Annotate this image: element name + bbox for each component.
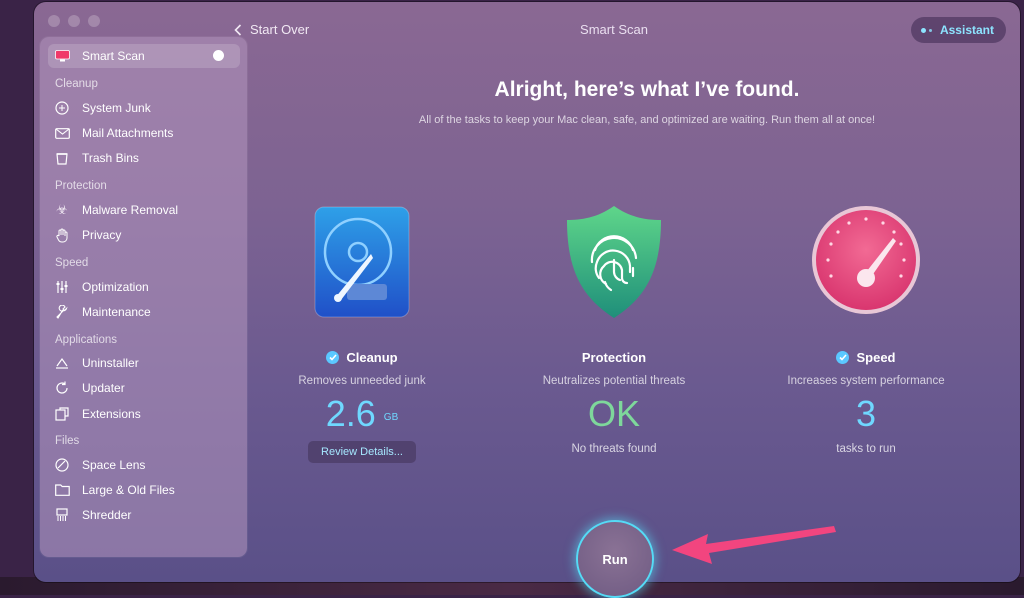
uninstall-icon [54,355,70,371]
speed-tasks-count: 3 [855,393,877,434]
cleanup-value: 2.6 GB [267,391,457,437]
sidebar-item-extensions[interactable]: Extensions [54,404,141,424]
annotation-arrow-icon [672,526,836,564]
protection-note: No threats found [571,443,657,455]
protection-title: Protection [581,350,647,365]
cleanup-title: Cleanup [346,350,398,365]
sidebar-section-applications: Applications [55,334,118,346]
speed-title: Speed [856,350,896,365]
scan-status-indicator [213,50,224,61]
sidebar-item-label: Large & Old Files [82,483,175,497]
hand-icon [54,227,70,243]
update-icon [54,380,70,396]
fingerprint-shield-icon [559,202,669,320]
trash-icon [54,150,70,166]
protection-description: Neutralizes potential threats [542,375,686,387]
sidebar-item-space-lens[interactable]: Space Lens [54,455,145,475]
window-title: Smart Scan [580,22,648,37]
checkmark-icon [326,351,340,364]
folder-icon [54,482,70,498]
sidebar-section-files: Files [55,435,80,447]
sidebar-item-label: Extensions [82,407,141,421]
sidebar-section-protection: Protection [55,180,107,192]
protection-status: OK [587,393,640,434]
cleanup-unit: GB [383,412,399,423]
mail-icon [54,125,70,141]
sidebar-item-label: Updater [82,381,125,395]
run-label: Run [602,551,628,567]
sidebar-item-label: Trash Bins [82,151,139,165]
sidebar-item-label: Optimization [82,280,149,294]
sidebar-item-smart-scan-content[interactable]: Smart Scan [54,46,145,66]
shredder-icon [54,507,70,523]
sidebar-item-large-old-files[interactable]: Large & Old Files [54,480,175,500]
cleanup-description: Removes unneeded junk [298,375,426,387]
sidebar-item-updater[interactable]: Updater [54,378,125,398]
sidebar-item-label: Shredder [82,508,132,522]
sidebar-item-trash-bins[interactable]: Trash Bins [54,148,139,168]
assistant-icon [920,27,932,33]
app-window: Start Over Smart Scan Assistant Smart Sc… [34,2,1020,582]
sidebar-item-mail-attachments[interactable]: Mail Attachments [54,123,173,143]
sidebar-item-maintenance[interactable]: Maintenance [54,302,151,322]
sidebar-item-uninstaller[interactable]: Uninstaller [54,353,139,373]
run-button[interactable]: Run [576,520,654,598]
page-subtitle: All of the tasks to keep your Mac clean,… [418,114,876,126]
monitor-icon [54,48,70,64]
checkmark-icon [836,351,850,364]
sidebar-item-label: Space Lens [82,458,146,472]
sidebar-item-privacy[interactable]: Privacy [54,225,121,245]
speed-card: Speed Increases system performance 3 tas… [771,202,961,455]
speed-description: Increases system performance [787,375,945,387]
assistant-label: Assistant [939,23,994,37]
speed-note: tasks to run [836,443,896,455]
sidebar-section-speed: Speed [55,257,89,269]
sidebar-item-label: Uninstaller [82,356,139,370]
protection-card: Protection Neutralizes potential threats… [519,202,709,455]
sidebar-item-malware-removal[interactable]: ☣ Malware Removal [54,200,178,220]
sidebar-item-shredder[interactable]: Shredder [54,505,131,525]
page-title: Alright, here’s what I’ve found. [494,78,800,101]
cleanup-size: 2.6 [325,393,376,434]
sidebar-item-label: Smart Scan [82,49,145,63]
sidebar-item-label: System Junk [82,101,151,115]
review-details-button[interactable]: Review Details... [308,441,416,463]
sidebar-item-label: Mail Attachments [82,126,174,140]
sidebar-item-label: Privacy [82,228,122,242]
assistant-button[interactable]: Assistant [910,17,1006,43]
extensions-icon [54,406,70,422]
space-lens-icon [54,457,70,473]
sidebar-item-optimization[interactable]: Optimization [54,277,149,297]
sidebar-item-label: Malware Removal [82,203,179,217]
hard-drive-icon [307,202,417,320]
wrench-icon [54,304,70,320]
sliders-icon [54,279,70,295]
sidebar-item-label: Maintenance [82,305,151,319]
cleanup-card: Cleanup Removes unneeded junk 2.6 GB Revi… [267,202,457,463]
biohazard-icon: ☣ [56,202,68,217]
speedometer-icon [811,202,921,320]
